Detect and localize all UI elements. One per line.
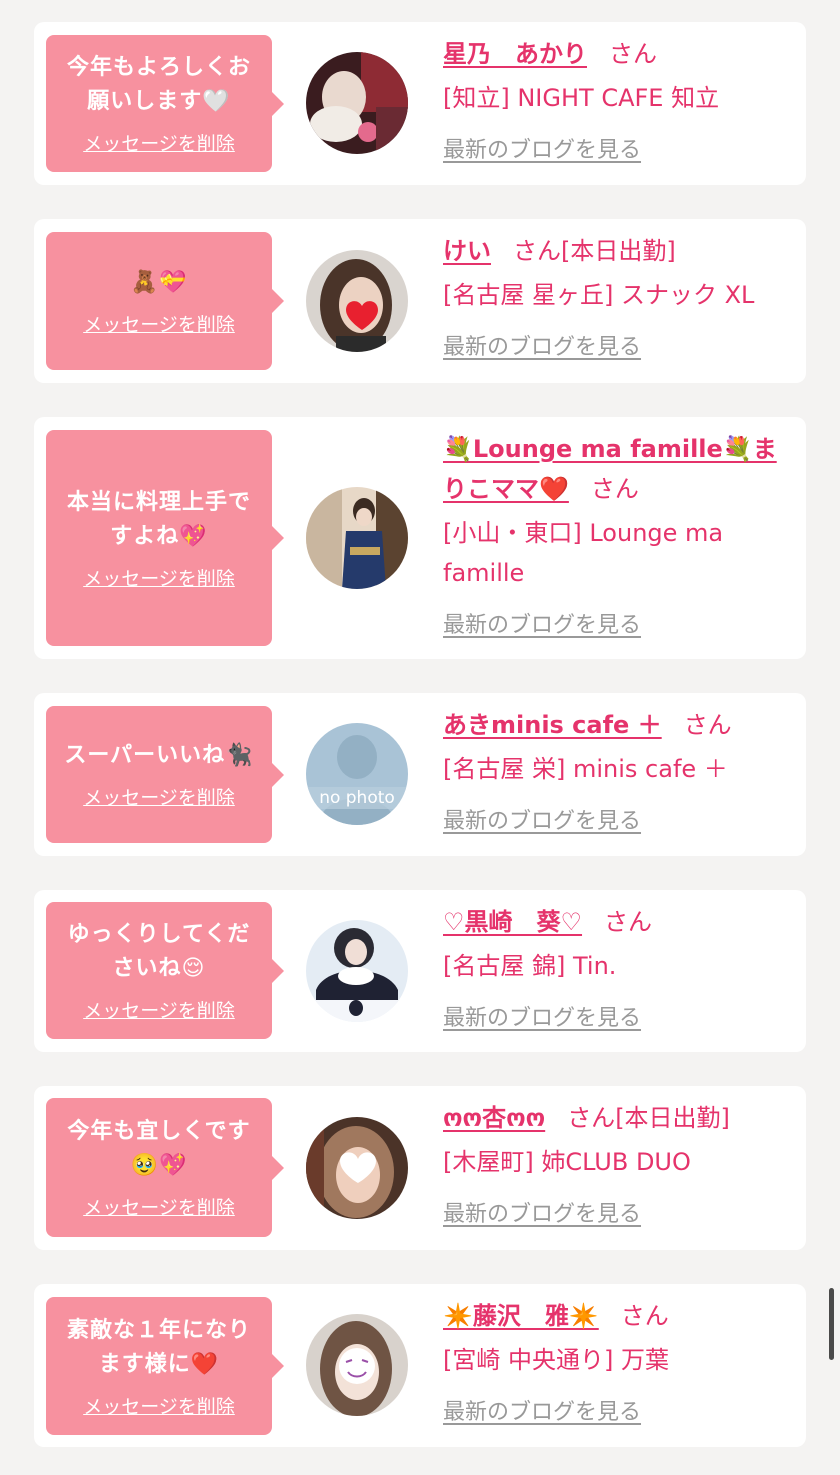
sender-name-line: 星乃 あかり さん — [443, 34, 790, 74]
avatar[interactable] — [306, 1117, 408, 1219]
delete-message-link[interactable]: メッセージを削除 — [83, 996, 235, 1023]
sender-info: 星乃 あかり さん [知立] NIGHT CAFE 知立 最新のブログを見る — [443, 34, 790, 164]
vertical-scrollbar[interactable] — [829, 1288, 834, 1360]
honorific: さん — [567, 1104, 616, 1132]
sender-name-line: あきminis cafe ＋ さん — [443, 705, 790, 745]
honorific: さん — [683, 711, 732, 739]
woman-with-flower-photo — [306, 52, 408, 154]
message-bubble: 今年もよろしくお 願いします🤍 メッセージを削除 — [46, 35, 284, 172]
view-latest-blog-link[interactable]: 最新のブログを見る — [443, 1000, 641, 1032]
message-bubble: 素敵な１年になり ます様に❤️ メッセージを削除 — [46, 1297, 284, 1435]
avatar[interactable] — [306, 920, 408, 1022]
message-bubble: 🧸💝 メッセージを削除 — [46, 232, 284, 370]
sender-name-link[interactable]: あきminis cafe ＋ — [443, 711, 662, 739]
message-text: 本当に料理上手で すよね💖 — [66, 489, 251, 549]
message-card: 今年もよろしくお 願いします🤍 メッセージを削除 星乃 あかり さん [知立] N… — [34, 22, 806, 185]
view-latest-blog-link[interactable]: 最新のブログを見る — [443, 803, 641, 835]
woman-in-snow-photo — [306, 920, 408, 1022]
avatar[interactable] — [306, 487, 408, 589]
sender-name-link[interactable]: けい — [443, 237, 491, 265]
honorific: さん — [590, 475, 639, 503]
sender-name-line: ✴️藤沢 雅✴️ さん — [443, 1296, 790, 1336]
honorific: さん — [513, 237, 561, 265]
svg-text:no photo: no photo — [319, 788, 395, 808]
sender-info: けい さん[本日出勤] [名古屋 星ヶ丘] スナック XL 最新のブログを見る — [443, 231, 790, 361]
sender-info: ოო杏ოო さん[本日出勤] [木屋町] 姉CLUB DUO 最新のブログを見る — [443, 1098, 790, 1228]
sender-info: あきminis cafe ＋ さん [名古屋 栄] minis cafe ＋ 最新… — [443, 705, 790, 835]
woman-smiley-covered-face-photo — [306, 1314, 408, 1416]
honorific: さん — [604, 908, 653, 936]
sender-name-link[interactable]: 星乃 あかり — [443, 40, 587, 68]
avatar[interactable] — [306, 1314, 408, 1416]
no-photo-placeholder: no photo — [306, 723, 408, 825]
sender-name-line: けい さん[本日出勤] — [443, 231, 790, 271]
shop-name: [小山・東口] Lounge ma famille — [443, 519, 724, 587]
delete-message-link[interactable]: メッセージを削除 — [83, 564, 235, 591]
delete-message-link[interactable]: メッセージを削除 — [83, 310, 235, 337]
message-text: スーパーいいね🐈‍⬛ — [64, 743, 254, 768]
sender-info: ✴️藤沢 雅✴️ さん [宮崎 中央通り] 万葉 最新のブログを見る — [443, 1296, 790, 1426]
view-latest-blog-link[interactable]: 最新のブログを見る — [443, 1196, 641, 1228]
message-bubble: 今年も宜しくです 🥹💖 メッセージを削除 — [46, 1098, 284, 1237]
message-bubble: ゆっくりしてくだ さいね😌 メッセージを削除 — [46, 902, 284, 1039]
message-card: 🧸💝 メッセージを削除 けい さん[本日出勤] [名古屋 星ヶ丘] スナック XL… — [34, 219, 806, 383]
avatar[interactable] — [306, 250, 408, 352]
honorific: さん — [620, 1302, 669, 1330]
sender-name-line: ოო杏ოო さん[本日出勤] — [443, 1098, 790, 1138]
delete-message-link[interactable]: メッセージを削除 — [83, 1193, 235, 1220]
message-text: 🧸💝 — [130, 269, 188, 295]
sender-info: 💐Lounge ma famille💐まりこママ❤️ さん [小山・東口] Lou… — [443, 429, 790, 639]
message-card: ゆっくりしてくだ さいね😌 メッセージを削除 ♡黒崎 葵♡ さん [名古屋 錦] … — [34, 890, 806, 1052]
view-latest-blog-link[interactable]: 最新のブログを見る — [443, 607, 641, 639]
status-tag: [本日出勤] — [561, 237, 676, 265]
message-bubble: 本当に料理上手で すよね💖 メッセージを削除 — [46, 430, 284, 646]
sender-name-line: ♡黒崎 葵♡ さん — [443, 902, 790, 942]
status-tag: [本日出勤] — [615, 1104, 730, 1132]
sender-info: ♡黒崎 葵♡ さん [名古屋 錦] Tin. 最新のブログを見る — [443, 902, 790, 1032]
sender-name-link[interactable]: ✴️藤沢 雅✴️ — [443, 1302, 599, 1330]
shop-name: [木屋町] 姉CLUB DUO — [443, 1148, 691, 1176]
message-text: 素敵な１年になり ます様に❤️ — [66, 1317, 251, 1377]
woman-heart-covered-face-photo — [306, 250, 408, 352]
avatar[interactable]: no photo — [306, 723, 408, 825]
shop-name: [名古屋 栄] minis cafe ＋ — [443, 755, 728, 783]
view-latest-blog-link[interactable]: 最新のブログを見る — [443, 1394, 641, 1426]
message-bubble: スーパーいいね🐈‍⬛ メッセージを削除 — [46, 706, 284, 843]
honorific: さん — [609, 40, 657, 68]
message-card: 本当に料理上手で すよね💖 メッセージを削除 💐Lounge ma famill… — [34, 417, 806, 659]
message-text: 今年も宜しくです 🥹💖 — [67, 1119, 251, 1178]
woman-in-kimono-photo — [306, 487, 408, 589]
view-latest-blog-link[interactable]: 最新のブログを見る — [443, 329, 641, 361]
message-card: 今年も宜しくです 🥹💖 メッセージを削除 ოო杏ოო さん[本日出勤] [木屋町]… — [34, 1086, 806, 1250]
shop-name: [名古屋 錦] Tin. — [443, 952, 617, 980]
view-latest-blog-link[interactable]: 最新のブログを見る — [443, 132, 641, 164]
message-card: 素敵な１年になり ます様に❤️ メッセージを削除 ✴️藤沢 雅✴️ さん [宮崎 … — [34, 1284, 806, 1447]
sender-name-link[interactable]: ♡黒崎 葵♡ — [443, 908, 582, 936]
message-card: スーパーいいね🐈‍⬛ メッセージを削除 no photo あきminis caf… — [34, 693, 806, 856]
delete-message-link[interactable]: メッセージを削除 — [83, 129, 235, 156]
delete-message-link[interactable]: メッセージを削除 — [83, 783, 235, 810]
woman-heart-covered-face-photo — [306, 1117, 408, 1219]
shop-name: [知立] NIGHT CAFE 知立 — [443, 84, 720, 112]
sender-name-line: 💐Lounge ma famille💐まりこママ❤️ さん — [443, 429, 790, 509]
shop-name: [宮崎 中央通り] 万葉 — [443, 1346, 669, 1374]
message-text: 今年もよろしくお 願いします🤍 — [66, 55, 251, 114]
delete-message-link[interactable]: メッセージを削除 — [83, 1392, 235, 1419]
message-text: ゆっくりしてくだ さいね😌 — [67, 922, 251, 981]
shop-name: [名古屋 星ヶ丘] スナック XL — [443, 281, 755, 309]
avatar[interactable] — [306, 52, 408, 154]
sender-name-link[interactable]: ოო杏ოო — [443, 1104, 545, 1132]
